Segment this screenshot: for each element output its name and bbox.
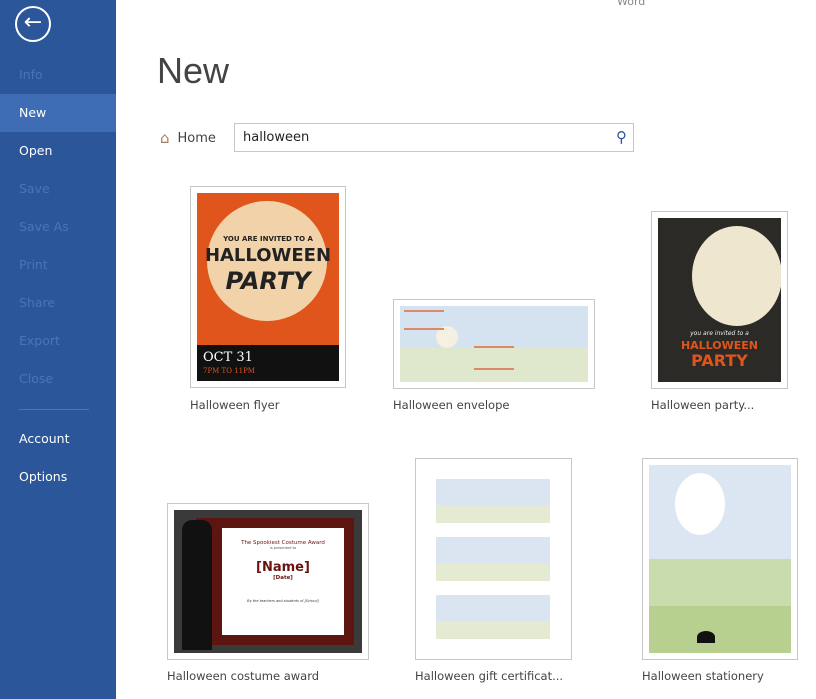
- sidebar-item-account[interactable]: Account: [0, 420, 116, 458]
- thumb-text: By the teachers and students of [School]: [247, 599, 319, 603]
- sidebar-item-info[interactable]: Info: [0, 56, 116, 94]
- home-link[interactable]: ⌂ Home: [160, 129, 216, 147]
- moon: [692, 226, 781, 326]
- thumb-text: you are invited to a: [690, 330, 749, 337]
- thumb-text: OCT 31: [203, 350, 253, 365]
- thumb-text: 7PM TO 11PM: [203, 367, 255, 375]
- search-input[interactable]: halloween ⚲: [234, 123, 634, 152]
- template-label[interactable]: Halloween costume award: [167, 669, 319, 683]
- thumb-text: PARTY: [225, 267, 311, 295]
- address-lines: [404, 310, 444, 330]
- template-halloween-gift-certificate[interactable]: [415, 458, 572, 660]
- sidebar-item-open[interactable]: Open: [0, 132, 116, 170]
- template-halloween-costume-award[interactable]: The Spookiest Costume Award is presented…: [167, 503, 369, 660]
- template-label[interactable]: Halloween stationery: [642, 669, 764, 683]
- template-halloween-envelope[interactable]: [393, 299, 595, 389]
- certificate: [436, 595, 550, 639]
- sidebar-item-print[interactable]: Print: [0, 246, 116, 284]
- thumb-text: PARTY: [691, 351, 748, 370]
- cat-icon: [697, 631, 715, 643]
- app-name: Word: [617, 0, 646, 8]
- template-label[interactable]: Halloween gift certificat...: [415, 669, 563, 683]
- thumb-text: is presented to: [269, 546, 297, 550]
- template-label[interactable]: Halloween envelope: [393, 398, 509, 412]
- sidebar-item-share[interactable]: Share: [0, 284, 116, 322]
- thumb-text: [Name]: [256, 560, 310, 575]
- sidebar-item-close[interactable]: Close: [0, 360, 116, 398]
- thumb-text: YOU ARE INVITED TO A: [223, 235, 313, 243]
- template-label[interactable]: Halloween party...: [651, 398, 754, 412]
- search-value: halloween: [243, 130, 310, 145]
- home-icon: ⌂: [160, 129, 170, 147]
- sidebar-item-new[interactable]: New: [0, 94, 116, 132]
- award-card: The Spookiest Costume Award is presented…: [222, 528, 344, 635]
- moon: [675, 473, 725, 535]
- flyer-footer: OCT 31 7PM TO 11PM: [197, 345, 339, 381]
- sidebar-item-save[interactable]: Save: [0, 170, 116, 208]
- page-title: New: [157, 50, 230, 91]
- back-arrow-icon[interactable]: ←: [15, 6, 51, 42]
- sidebar-item-export[interactable]: Export: [0, 322, 116, 360]
- vampire-figure: [182, 520, 212, 650]
- thumb-text: HALLOWEEN: [204, 245, 332, 266]
- template-halloween-party[interactable]: you are invited to a HALLOWEEN PARTY: [651, 211, 788, 389]
- template-halloween-stationery[interactable]: [642, 458, 798, 660]
- sidebar-item-options[interactable]: Options: [0, 458, 116, 496]
- template-label[interactable]: Halloween flyer: [190, 398, 279, 412]
- search-icon[interactable]: ⚲: [616, 128, 627, 146]
- sidebar-divider: [19, 409, 89, 410]
- sidebar: ← Info New Open Save Save As Print Share…: [0, 0, 116, 699]
- sidebar-item-save-as[interactable]: Save As: [0, 208, 116, 246]
- address-lines: [474, 346, 514, 370]
- certificate: [436, 479, 550, 523]
- home-label: Home: [177, 130, 216, 146]
- thumb-text: [Date]: [273, 575, 293, 581]
- template-halloween-flyer[interactable]: YOU ARE INVITED TO A HALLOWEEN PARTY OCT…: [190, 186, 346, 388]
- certificate: [436, 537, 550, 581]
